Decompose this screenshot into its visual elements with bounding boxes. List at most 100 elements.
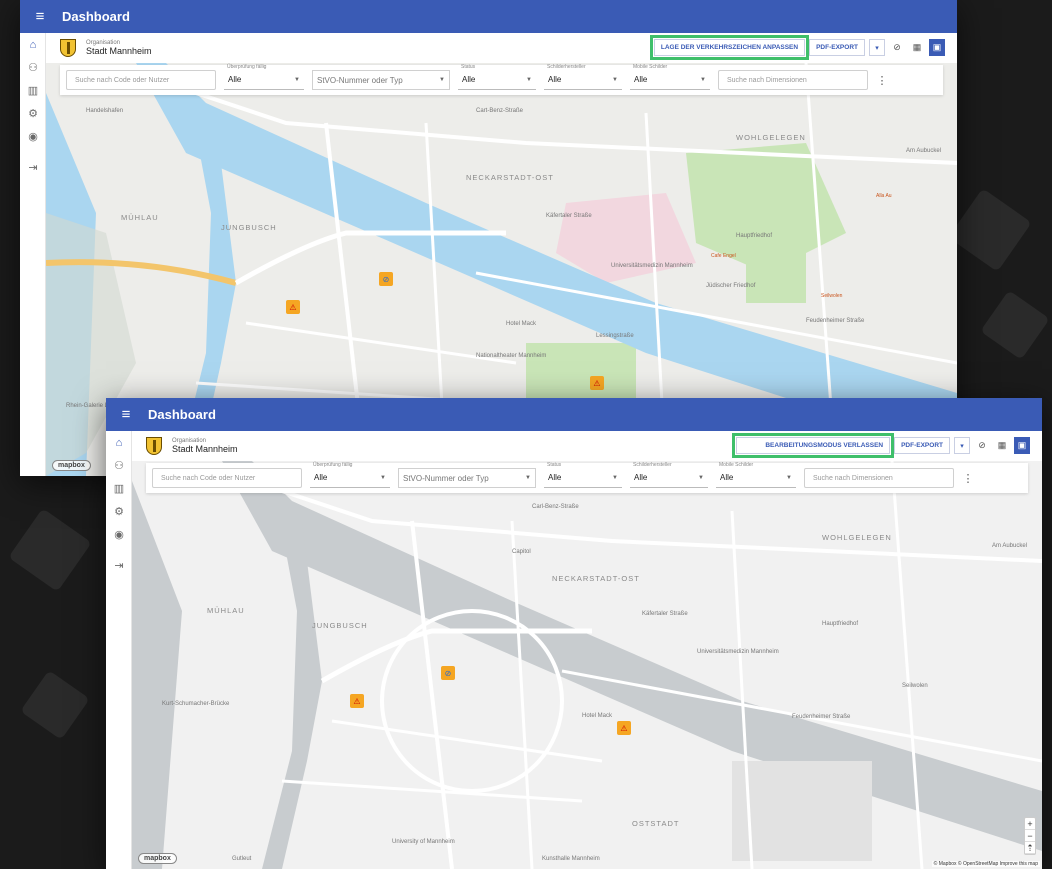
city-crest-icon bbox=[146, 437, 162, 455]
mobile-label: Mobile Schilder bbox=[633, 64, 668, 70]
map-view-icon[interactable]: ▣ bbox=[929, 39, 945, 56]
map-label: Hauptfriedhof bbox=[822, 621, 859, 627]
map-label: Feudenheimer Straße bbox=[792, 714, 851, 720]
map-grayscale[interactable]: Carl-Benz-Straße MÜHLAU JUNGBUSCH NECKAR… bbox=[132, 461, 1042, 869]
status-value: Alle bbox=[548, 473, 562, 482]
people-icon[interactable]: ⚇ bbox=[20, 56, 46, 79]
chevron-down-icon: ▼ bbox=[294, 76, 300, 83]
due-select[interactable]: Überprüfung fällig Alle ▼ bbox=[310, 462, 390, 488]
map-label: Nationaltheater Mannheim bbox=[476, 353, 547, 359]
map-label: Gutleut bbox=[232, 856, 252, 862]
map-label: WOHLGELEGEN bbox=[822, 533, 892, 542]
maker-select[interactable]: Schilderhersteller Alle ▼ bbox=[630, 462, 708, 488]
org-name: Stadt Mannheim bbox=[86, 46, 152, 56]
map-label: Kurt-Schumacher-Brücke bbox=[162, 701, 230, 707]
map-label: Universitätsmedizin Mannheim bbox=[697, 649, 779, 655]
status-select[interactable]: Status Alle ▼ bbox=[458, 64, 536, 90]
chevron-down-icon: ▼ bbox=[380, 474, 386, 481]
mobile-value: Alle bbox=[720, 473, 734, 482]
logout-icon[interactable]: ⇥ bbox=[20, 156, 46, 179]
search-input[interactable]: Suche nach Code oder Nutzer bbox=[152, 468, 302, 488]
background-tile bbox=[8, 508, 92, 592]
zoom-in-button[interactable]: + bbox=[1025, 818, 1035, 830]
top-app-bar: ≡ Dashboard bbox=[20, 0, 957, 33]
stvo-input[interactable]: StVO-Nummer oder Typ ▼ bbox=[312, 70, 450, 90]
table-view-icon[interactable]: ▦ bbox=[994, 437, 1010, 454]
home-icon[interactable]: ⌂ bbox=[20, 33, 46, 56]
zoom-control: + − ⇡ bbox=[1024, 817, 1036, 855]
map-label: Am Aubuckel bbox=[992, 543, 1028, 549]
search-input[interactable]: Suche nach Code oder Nutzer bbox=[66, 70, 216, 90]
traffic-sign-marker[interactable]: ⚠ bbox=[286, 300, 300, 314]
menu-icon[interactable]: ≡ bbox=[106, 406, 146, 423]
background-tile bbox=[948, 188, 1032, 272]
map-label: NECKARSTADT-OST bbox=[552, 574, 640, 583]
traffic-sign-marker[interactable]: ⚠ bbox=[617, 721, 631, 735]
map-label: Capitol bbox=[512, 549, 531, 555]
map-attribution[interactable]: © Mapbox © OpenStreetMap Improve this ma… bbox=[931, 861, 1040, 867]
background-tile bbox=[980, 290, 1050, 360]
mapbox-logo: mapbox bbox=[52, 460, 91, 471]
status-label: Status bbox=[461, 64, 476, 70]
map-label: NECKARSTADT-OST bbox=[466, 173, 554, 182]
chevron-down-icon[interactable]: ▾ bbox=[954, 437, 970, 454]
chevron-down-icon: ▼ bbox=[698, 474, 704, 481]
status-select[interactable]: Status Alle ▼ bbox=[544, 462, 622, 488]
stvo-placeholder: StVO-Nummer oder Typ bbox=[403, 473, 489, 483]
app-window-edit-mode: ≡ Dashboard ⌂ ⚇ ▥ ⚙ ◉ ⇥ Organisation Sta… bbox=[106, 398, 1042, 869]
map-label: Hotel Mack bbox=[506, 321, 537, 327]
organisation-bar: Organisation Stadt Mannheim LAGE DER VER… bbox=[46, 33, 957, 63]
visibility-off-icon[interactable]: ⊘ bbox=[974, 437, 990, 454]
gear-icon[interactable]: ⚙ bbox=[106, 500, 132, 523]
traffic-sign-marker[interactable]: ⚠ bbox=[590, 376, 604, 390]
gear-icon[interactable]: ⚙ bbox=[20, 102, 46, 125]
org-name: Stadt Mannheim bbox=[172, 444, 238, 454]
map-label: University of Mannheim bbox=[392, 839, 455, 845]
chevron-down-icon[interactable]: ▾ bbox=[869, 39, 885, 56]
map-label: Handelshafen bbox=[86, 108, 124, 114]
chevron-down-icon: ▼ bbox=[786, 474, 792, 481]
map-view-icon[interactable]: ▣ bbox=[1014, 437, 1030, 454]
exit-edit-mode-button[interactable]: BEARBEITUNGSMODUS VERLASSEN bbox=[732, 433, 895, 458]
account-icon[interactable]: ◉ bbox=[106, 523, 132, 546]
more-vert-icon[interactable]: ⋮ bbox=[962, 472, 974, 485]
maker-label: Schilderhersteller bbox=[633, 462, 672, 468]
toolbar: LAGE DER VERKEHRSZEICHEN ANPASSEN PDF-EX… bbox=[649, 35, 945, 60]
more-vert-icon[interactable]: ⋮ bbox=[876, 74, 888, 87]
table-view-icon[interactable]: ▦ bbox=[909, 39, 925, 56]
mobile-select[interactable]: Mobile Schilder Alle ▼ bbox=[630, 64, 710, 90]
nav-rail: ⌂ ⚇ ▥ ⚙ ◉ ⇥ bbox=[20, 33, 46, 476]
people-icon[interactable]: ⚇ bbox=[106, 454, 132, 477]
maker-label: Schilderhersteller bbox=[547, 64, 586, 70]
due-select[interactable]: Überprüfung fällig Alle ▼ bbox=[224, 64, 304, 90]
chart-icon[interactable]: ▥ bbox=[106, 477, 132, 500]
map-label: Hotel Mack bbox=[582, 713, 613, 719]
pdf-export-button[interactable]: PDF-EXPORT bbox=[809, 39, 865, 56]
map-label: WOHLGELEGEN bbox=[736, 133, 806, 142]
chevron-down-icon: ▼ bbox=[612, 76, 618, 83]
logout-icon[interactable]: ⇥ bbox=[106, 554, 132, 577]
dimension-search-input[interactable]: Suche nach Dimensionen bbox=[804, 468, 954, 488]
adjust-sign-position-button[interactable]: LAGE DER VERKEHRSZEICHEN ANPASSEN bbox=[649, 35, 810, 60]
traffic-sign-marker[interactable]: ⚠ bbox=[350, 694, 364, 708]
stvo-input[interactable]: StVO-Nummer oder Typ ▼ bbox=[398, 468, 536, 488]
maker-value: Alle bbox=[548, 75, 562, 84]
account-icon[interactable]: ◉ bbox=[20, 125, 46, 148]
dimension-search-input[interactable]: Suche nach Dimensionen bbox=[718, 70, 868, 90]
mobile-select[interactable]: Mobile Schilder Alle ▼ bbox=[716, 462, 796, 488]
maker-select[interactable]: Schilderhersteller Alle ▼ bbox=[544, 64, 622, 90]
visibility-off-icon[interactable]: ⊘ bbox=[889, 39, 905, 56]
chevron-down-icon: ▼ bbox=[525, 475, 531, 481]
zoom-out-button[interactable]: − bbox=[1025, 830, 1035, 842]
home-icon[interactable]: ⌂ bbox=[106, 431, 132, 454]
traffic-sign-marker[interactable]: ⊘ bbox=[441, 666, 455, 680]
traffic-sign-marker[interactable]: ⊘ bbox=[379, 272, 393, 286]
due-value: Alle bbox=[314, 473, 328, 482]
city-crest-icon bbox=[60, 39, 76, 57]
compass-button[interactable]: ⇡ bbox=[1025, 842, 1035, 854]
chart-icon[interactable]: ▥ bbox=[20, 79, 46, 102]
maker-value: Alle bbox=[634, 473, 648, 482]
pdf-export-button[interactable]: PDF-EXPORT bbox=[894, 437, 950, 454]
menu-icon[interactable]: ≡ bbox=[20, 8, 60, 25]
top-app-bar: ≡ Dashboard bbox=[106, 398, 1042, 431]
